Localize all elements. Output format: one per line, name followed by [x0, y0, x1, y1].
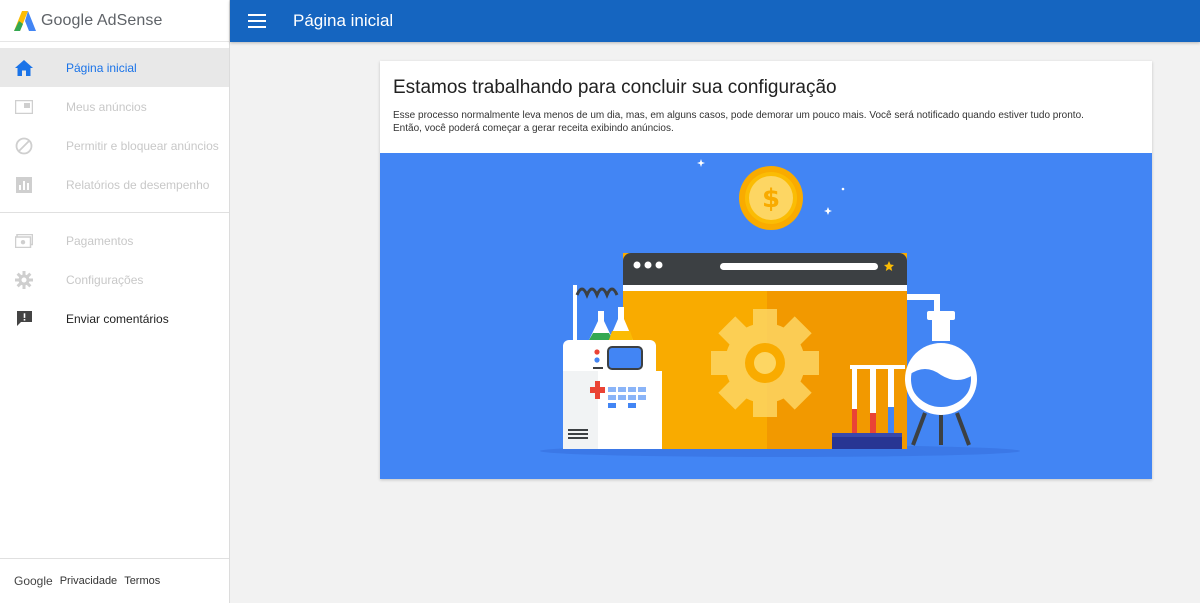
sidebar-item-label: Permitir e bloquear anúncios: [66, 138, 219, 153]
gear-icon: [14, 270, 34, 290]
sidebar-item-feedback[interactable]: Enviar comentários: [0, 299, 229, 338]
svg-text:$: $: [762, 184, 780, 214]
sidebar-item-my-ads[interactable]: Meus anúncios: [0, 87, 229, 126]
sidebar-item-allow-block[interactable]: Permitir e bloquear anúncios: [0, 126, 229, 165]
sidebar-item-label: Pagamentos: [66, 233, 134, 248]
card-title: Estamos trabalhando para concluir sua co…: [393, 77, 837, 98]
page-title: Página inicial: [293, 11, 394, 30]
feedback-icon: [14, 309, 34, 329]
card-description: Esse processo normalmente leva menos de …: [393, 109, 1139, 135]
card-description-line-2: Então, você poderá começar a gerar recei…: [393, 123, 674, 134]
block-icon: [14, 136, 34, 156]
sidebar-item-label: Página inicial: [66, 60, 137, 75]
sidebar: Google AdSense Página inicial Meus anúnc…: [0, 0, 230, 603]
footer-google-link[interactable]: Google: [14, 574, 53, 588]
sidebar-item-payments[interactable]: Pagamentos: [0, 221, 229, 260]
sidebar-item-label: Configurações: [66, 272, 144, 287]
sidebar-item-label: Relatórios de desempenho: [66, 177, 210, 192]
sidebar-item-reports[interactable]: Relatórios de desempenho: [0, 165, 229, 204]
setup-illustration: $: [380, 153, 1152, 479]
sidebar-item-label: Meus anúncios: [66, 99, 147, 114]
browser-window-icon: [623, 253, 907, 449]
nav-group-main: Página inicial Meus anúncios Permitir e …: [0, 48, 229, 213]
lab-illustration-icon: $: [540, 159, 1020, 457]
nav-group-account: Pagamentos Configurações Enviar comentár…: [0, 213, 229, 346]
home-icon: [14, 58, 34, 78]
sidebar-footer: Google Privacidade Termos: [0, 558, 229, 603]
card-header: Estamos trabalhando para concluir sua co…: [380, 61, 1152, 153]
card-description-line-1: Esse processo normalmente leva menos de …: [393, 110, 1084, 121]
sidebar-item-settings[interactable]: Configurações: [0, 260, 229, 299]
ad-unit-icon: [14, 97, 34, 117]
top-app-bar: Página inicial: [230, 0, 1200, 42]
adsense-logo-icon: [14, 10, 36, 31]
payments-icon: [14, 231, 34, 251]
setup-status-card: Estamos trabalhando para concluir sua co…: [380, 61, 1152, 479]
sidebar-nav: Página inicial Meus anúncios Permitir e …: [0, 42, 229, 346]
footer-privacy-link[interactable]: Privacidade: [60, 575, 117, 587]
menu-icon[interactable]: [248, 14, 266, 28]
sidebar-item-label: Enviar comentários: [66, 311, 169, 326]
bar-chart-icon: [14, 175, 34, 195]
sidebar-item-home[interactable]: Página inicial: [0, 48, 229, 87]
brand[interactable]: Google AdSense: [0, 0, 229, 42]
coin-icon: $: [739, 166, 803, 230]
brand-name: Google AdSense: [41, 11, 163, 29]
footer-terms-link[interactable]: Termos: [124, 575, 160, 587]
